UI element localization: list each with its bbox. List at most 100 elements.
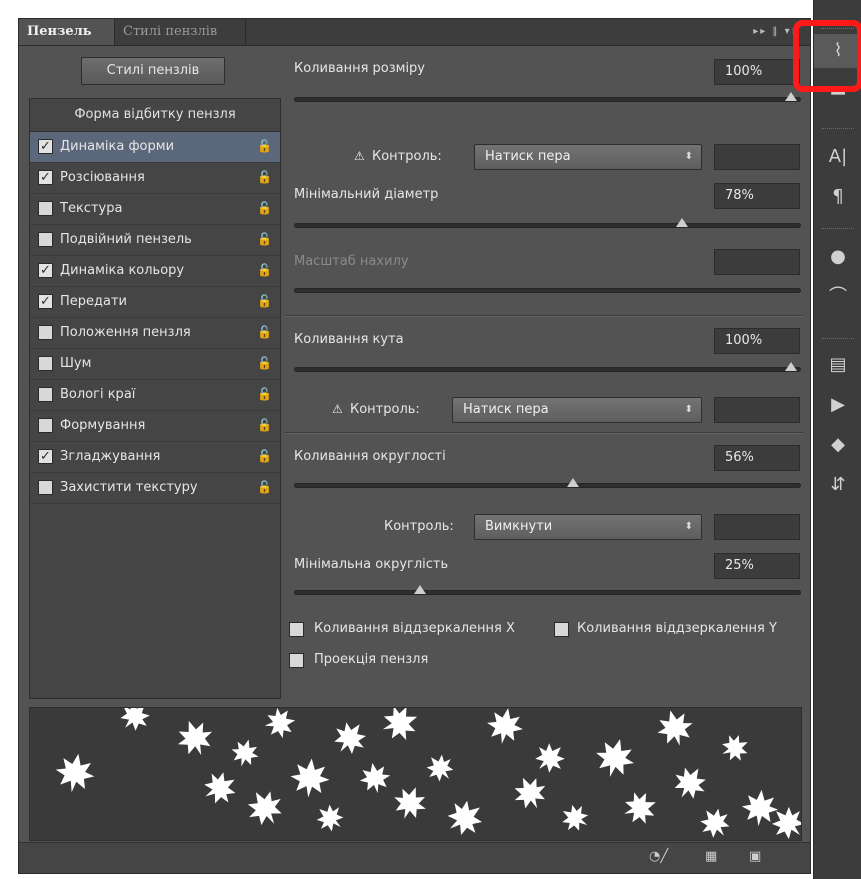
angle-jitter-slider-thumb[interactable] xyxy=(785,362,797,371)
roundness-control-dropdown[interactable]: Вимкнути ⬍ xyxy=(474,514,702,540)
angle-jitter-slider-track[interactable] xyxy=(294,367,801,372)
brush-setting-checkbox[interactable] xyxy=(38,201,53,216)
panel-tabbar: Пензель Стилі пензлів ▸▸ ‖ ▾≡ xyxy=(19,19,810,46)
brush-setting-label: Динаміка кольору xyxy=(60,263,185,278)
size-control-extra xyxy=(714,144,800,170)
brush-setting-item[interactable]: Положення пензля 🔓 xyxy=(30,318,280,349)
angle-jitter-value[interactable]: 100% xyxy=(714,328,800,354)
min-diameter-slider-thumb[interactable] xyxy=(676,218,689,227)
size-jitter-label: Коливання розміру xyxy=(294,61,426,76)
brush-setting-item[interactable]: Вологі краї 🔓 xyxy=(30,380,280,411)
grid-icon[interactable]: ▦ xyxy=(705,849,717,864)
angle-control-dropdown[interactable]: Натиск пера ⬍ xyxy=(452,397,702,423)
size-jitter-value[interactable]: 100% xyxy=(714,59,800,85)
tab-brush[interactable]: Пензель xyxy=(19,19,114,45)
brush-setting-item[interactable]: ✓ Динаміка форми 🔓 xyxy=(30,132,280,163)
roundness-jitter-value[interactable]: 56% xyxy=(714,445,800,471)
min-diameter-slider-track[interactable] xyxy=(294,223,801,228)
brush-setting-checkbox[interactable] xyxy=(38,325,53,340)
layers-icon[interactable]: ◆ xyxy=(814,428,861,462)
roundness-jitter-slider-track[interactable] xyxy=(294,483,801,488)
lock-icon[interactable]: 🔓 xyxy=(257,232,272,246)
size-jitter-slider-thumb[interactable] xyxy=(785,92,797,101)
lock-icon[interactable]: 🔓 xyxy=(257,170,272,184)
lock-icon[interactable]: 🔓 xyxy=(257,263,272,277)
brush-setting-checkbox[interactable] xyxy=(38,232,53,247)
brush-presets-button[interactable]: Стилі пензлів xyxy=(81,57,225,85)
dock-grip[interactable] xyxy=(822,338,854,342)
lock-icon[interactable]: 🔓 xyxy=(257,325,272,339)
min-roundness-slider-track[interactable] xyxy=(294,590,801,595)
brush-setting-item[interactable]: Шум 🔓 xyxy=(30,349,280,380)
paths-icon[interactable]: ⌒ xyxy=(814,280,861,314)
size-control-label: Контроль: xyxy=(372,149,442,164)
dropdown-arrow-icon: ⬍ xyxy=(684,404,693,415)
brush-panel: Пензель Стилі пензлів ▸▸ ‖ ▾≡ Стилі пенз… xyxy=(18,18,811,874)
brush-setting-item[interactable]: Захистити текстуру 🔓 xyxy=(30,473,280,504)
paragraph-icon[interactable]: ¶ xyxy=(814,180,861,214)
min-roundness-label: Мінімальна округлість xyxy=(294,557,449,572)
brush-setting-item[interactable]: ✓ Розсіювання 🔓 xyxy=(30,163,280,194)
brush-setting-checkbox[interactable] xyxy=(38,480,53,495)
lock-icon[interactable]: 🔓 xyxy=(257,418,272,432)
brush-setting-checkbox[interactable] xyxy=(38,418,53,433)
red-highlight-box xyxy=(793,20,861,92)
brush-setting-item[interactable]: ✓ Передати 🔓 xyxy=(30,287,280,318)
brush-setting-label: Положення пензля xyxy=(60,325,191,340)
actions-icon[interactable]: ▶ xyxy=(814,388,861,422)
right-panel-dock: ⌇ ▬ A| ¶ ● ⌒ ▤ ▶ ◆ ⇵ xyxy=(813,0,861,879)
brush-setting-label: Вологі краї xyxy=(60,387,136,402)
roundness-control-label: Контроль: xyxy=(384,519,454,534)
brush-tip-shape-header[interactable]: Форма відбитку пензля xyxy=(30,99,280,132)
flip-x-checkbox[interactable] xyxy=(289,622,304,637)
angle-jitter-label: Коливання кута xyxy=(294,332,404,347)
angle-control-value: Натиск пера xyxy=(463,402,549,417)
brush-setting-checkbox[interactable]: ✓ xyxy=(38,263,53,278)
brush-setting-item[interactable]: Подвійний пензель 🔓 xyxy=(30,225,280,256)
brush-setting-label: Динаміка форми xyxy=(60,139,175,154)
lock-icon[interactable]: 🔓 xyxy=(257,139,272,153)
brush-setting-checkbox[interactable] xyxy=(38,387,53,402)
color-icon[interactable]: ● xyxy=(814,240,861,274)
min-diameter-label: Мінімальний діаметр xyxy=(294,187,439,202)
lock-icon[interactable]: 🔓 xyxy=(257,294,272,308)
roundness-control-value: Вимкнути xyxy=(485,519,553,534)
lock-icon[interactable]: 🔓 xyxy=(257,356,272,370)
flip-y-checkbox[interactable] xyxy=(554,622,569,637)
lock-icon[interactable]: 🔓 xyxy=(257,480,272,494)
brush-setting-item[interactable]: ✓ Динаміка кольору 🔓 xyxy=(30,256,280,287)
3d-icon[interactable]: ▤ xyxy=(814,348,861,382)
brush-setting-item[interactable]: Текстура 🔓 xyxy=(30,194,280,225)
brush-projection-checkbox[interactable] xyxy=(289,653,304,668)
character-icon[interactable]: A| xyxy=(814,140,861,174)
brush-setting-checkbox[interactable] xyxy=(38,356,53,371)
brush-setting-checkbox[interactable]: ✓ xyxy=(38,139,53,154)
tab-brush-presets[interactable]: Стилі пензлів xyxy=(114,19,246,45)
angle-control-extra xyxy=(714,397,800,423)
min-roundness-slider-thumb[interactable] xyxy=(413,585,426,594)
size-jitter-slider-track[interactable] xyxy=(294,97,801,102)
brush-setting-label: Захистити текстуру xyxy=(60,480,198,495)
warning-icon: ⚠ xyxy=(354,149,365,163)
roundness-jitter-slider-thumb[interactable] xyxy=(567,478,580,487)
history-icon[interactable]: ⇵ xyxy=(814,468,861,502)
dock-grip[interactable] xyxy=(822,228,854,232)
brush-setting-checkbox[interactable]: ✓ xyxy=(38,294,53,309)
new-preset-icon[interactable]: ▣ xyxy=(749,849,761,864)
min-roundness-value[interactable]: 25% xyxy=(714,553,800,579)
section-divider xyxy=(284,432,804,434)
size-control-dropdown[interactable]: Натиск пера ⬍ xyxy=(474,144,702,170)
brush-setting-checkbox[interactable]: ✓ xyxy=(38,449,53,464)
lock-icon[interactable]: 🔓 xyxy=(257,387,272,401)
brush-setting-label: Згладжування xyxy=(60,449,161,464)
brush-setting-item[interactable]: Формування 🔓 xyxy=(30,411,280,442)
flip-y-label: Коливання віддзеркалення Y xyxy=(577,621,777,636)
dock-grip[interactable] xyxy=(822,128,854,132)
lock-icon[interactable]: 🔓 xyxy=(257,201,272,215)
min-diameter-value[interactable]: 78% xyxy=(714,183,800,209)
brush-stroke-preview xyxy=(29,707,802,841)
eye-brush-icon[interactable]: ◔╱ xyxy=(649,849,668,864)
brush-setting-item[interactable]: ✓ Згладжування 🔓 xyxy=(30,442,280,473)
lock-icon[interactable]: 🔓 xyxy=(257,449,272,463)
brush-setting-checkbox[interactable]: ✓ xyxy=(38,170,53,185)
